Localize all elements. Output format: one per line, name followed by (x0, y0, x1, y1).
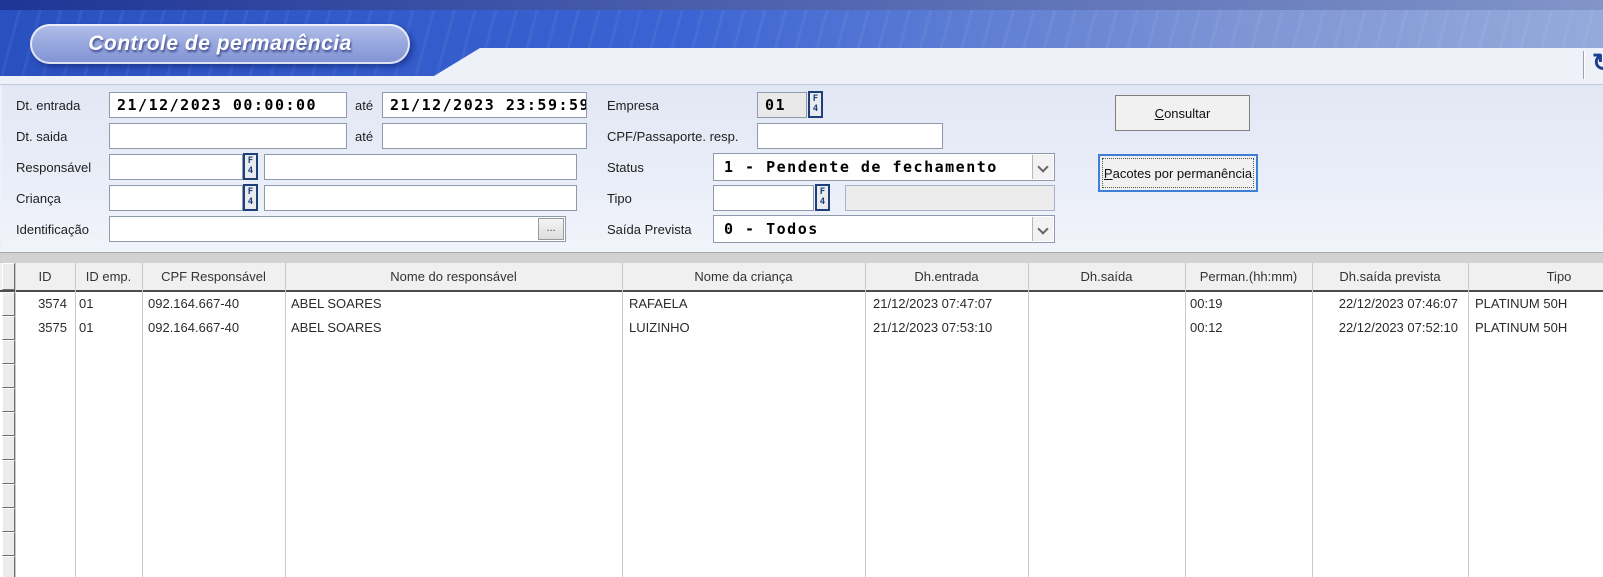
cell-dh-entrada: 21/12/2023 07:47:07 (865, 292, 1028, 316)
cell-perman-hh-mm: 00:12 (1185, 316, 1312, 340)
refresh-icon[interactable]: ↻ (1592, 50, 1603, 80)
empresa-f4-button[interactable]: F4 (808, 91, 823, 118)
dt-saida-from-input[interactable] (109, 123, 347, 149)
status-label: Status (607, 160, 644, 175)
banner-top-strip (0, 0, 1603, 10)
responsavel-code-input[interactable] (109, 154, 243, 180)
row-selector[interactable] (2, 388, 15, 412)
cell-id: 3575 (15, 316, 75, 340)
app-window: Controle de permanência ↻ Dt. entrada Dt… (0, 0, 1603, 577)
column-header-perman-hh-mm[interactable]: Perman.(hh:mm) (1185, 263, 1312, 290)
saida-prevista-chevron-down-icon[interactable] (1032, 217, 1053, 241)
row-selector[interactable] (2, 340, 15, 364)
consultar-button[interactable]: Consultar (1115, 95, 1250, 131)
column-header-id-emp[interactable]: ID emp. (75, 263, 142, 290)
saida-prevista-select-value: 0 - Todos (714, 216, 1032, 242)
table-row[interactable]: 357501092.164.667-40ABEL SOARESLUIZINHO2… (0, 316, 1603, 340)
cpf-passaporte-label: CPF/Passaporte. resp. (607, 129, 739, 144)
tipo-f4-button[interactable]: F4 (815, 184, 830, 211)
status-select[interactable]: 1 - Pendente de fechamento (713, 153, 1055, 181)
crianca-label: Criança (16, 191, 61, 206)
cell-nome-do-respons-vel: ABEL SOARES (285, 292, 622, 316)
row-selector[interactable] (2, 508, 15, 532)
title-banner: Controle de permanência ↻ (0, 0, 1603, 85)
table-row[interactable]: 357401092.164.667-40ABEL SOARESRAFAELA21… (0, 292, 1603, 316)
page-title: Controle de permanência (88, 32, 352, 56)
row-selector[interactable] (2, 532, 15, 556)
cpf-passaporte-input[interactable] (757, 123, 943, 149)
column-header-tipo[interactable]: Tipo (1468, 263, 1603, 290)
crianca-name-input[interactable] (264, 185, 577, 211)
identificacao-browse-button[interactable]: ... (538, 218, 564, 240)
cell-nome-da-crian-a: LUIZINHO (622, 316, 865, 340)
status-select-value: 1 - Pendente de fechamento (714, 154, 1032, 180)
cell-dh-sa-da-prevista: 22/12/2023 07:52:10 (1312, 316, 1468, 340)
dt-entrada-label: Dt. entrada (16, 98, 80, 113)
tipo-desc-input (845, 185, 1055, 211)
identificacao-input[interactable] (109, 216, 566, 242)
empresa-input[interactable]: 01 (757, 92, 807, 118)
saida-prevista-label: Saída Prevista (607, 222, 692, 237)
cell-id-emp: 01 (75, 292, 142, 316)
page-title-pill: Controle de permanência (30, 24, 410, 64)
cell-tipo: PLATINUM 50H (1468, 292, 1603, 316)
results-grid: IDID emp.CPF ResponsávelNome do responsá… (0, 252, 1603, 577)
filter-panel: Dt. entrada Dt. saida Responsável Crianç… (0, 85, 1603, 252)
ate-label-1: até (355, 98, 373, 113)
responsavel-label: Responsável (16, 160, 91, 175)
grid-header-row: IDID emp.CPF ResponsávelNome do responsá… (0, 263, 1603, 290)
cell-dh-sa-da-prevista: 22/12/2023 07:46:07 (1312, 292, 1468, 316)
cell-id: 3574 (15, 292, 75, 316)
grid-top-band (0, 252, 1603, 263)
responsavel-name-input[interactable] (264, 154, 577, 180)
tipo-label: Tipo (607, 191, 632, 206)
row-selector[interactable] (2, 364, 15, 388)
crianca-f4-button[interactable]: F4 (243, 184, 258, 211)
tipo-code-input[interactable] (713, 185, 814, 211)
toolbar-separator (1583, 51, 1585, 79)
row-selector[interactable] (2, 263, 15, 290)
saida-prevista-select[interactable]: 0 - Todos (713, 215, 1055, 243)
column-header-dh-entrada[interactable]: Dh.entrada (865, 263, 1028, 290)
crianca-code-input[interactable] (109, 185, 243, 211)
row-selector[interactable] (2, 436, 15, 460)
cell-dh-sa-da (1028, 292, 1185, 316)
cell-dh-entrada: 21/12/2023 07:53:10 (865, 316, 1028, 340)
empresa-label: Empresa (607, 98, 659, 113)
row-selector[interactable] (2, 412, 15, 436)
row-selector[interactable] (2, 484, 15, 508)
row-selector[interactable] (2, 460, 15, 484)
column-header-cpf-respons-vel[interactable]: CPF Responsável (142, 263, 285, 290)
dt-saida-to-input[interactable] (382, 123, 587, 149)
cell-nome-do-respons-vel: ABEL SOARES (285, 316, 622, 340)
cell-cpf-respons-vel: 092.164.667-40 (142, 316, 285, 340)
dt-entrada-from-input[interactable]: 21/12/2023 00:00:00 (109, 92, 347, 118)
column-header-dh-sa-da-prevista[interactable]: Dh.saída prevista (1312, 263, 1468, 290)
cell-dh-sa-da (1028, 316, 1185, 340)
cell-cpf-respons-vel: 092.164.667-40 (142, 292, 285, 316)
dt-entrada-to-input[interactable]: 21/12/2023 23:59:59 (382, 92, 587, 118)
responsavel-f4-button[interactable]: F4 (243, 153, 258, 180)
column-header-nome-da-crian-a[interactable]: Nome da criança (622, 263, 865, 290)
identificacao-label: Identificação (16, 222, 89, 237)
cell-nome-da-crian-a: RAFAELA (622, 292, 865, 316)
cell-id-emp: 01 (75, 316, 142, 340)
column-header-dh-sa-da[interactable]: Dh.saída (1028, 263, 1185, 290)
pacotes-por-permanencia-button[interactable]: Pacotes por permanência (1098, 154, 1258, 192)
ate-label-2: até (355, 129, 373, 144)
status-chevron-down-icon[interactable] (1032, 155, 1053, 179)
column-header-nome-do-respons-vel[interactable]: Nome do responsável (285, 263, 622, 290)
dt-saida-label: Dt. saida (16, 129, 67, 144)
cell-perman-hh-mm: 00:19 (1185, 292, 1312, 316)
row-selector[interactable] (2, 556, 15, 577)
cell-tipo: PLATINUM 50H (1468, 316, 1603, 340)
column-header-id[interactable]: ID (15, 263, 75, 290)
